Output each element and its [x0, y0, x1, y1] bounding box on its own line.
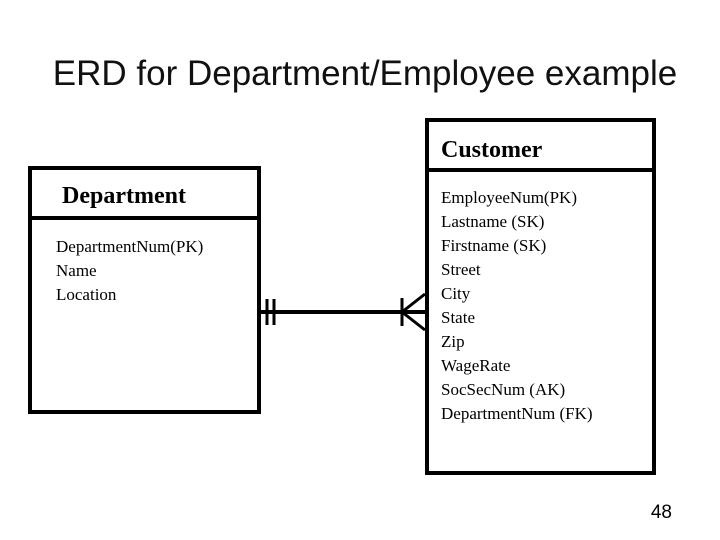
crows-foot-icon: [401, 292, 426, 314]
relationship-connector: [261, 292, 426, 332]
crows-foot-icon: [401, 310, 426, 332]
page-number: 48: [650, 502, 672, 523]
